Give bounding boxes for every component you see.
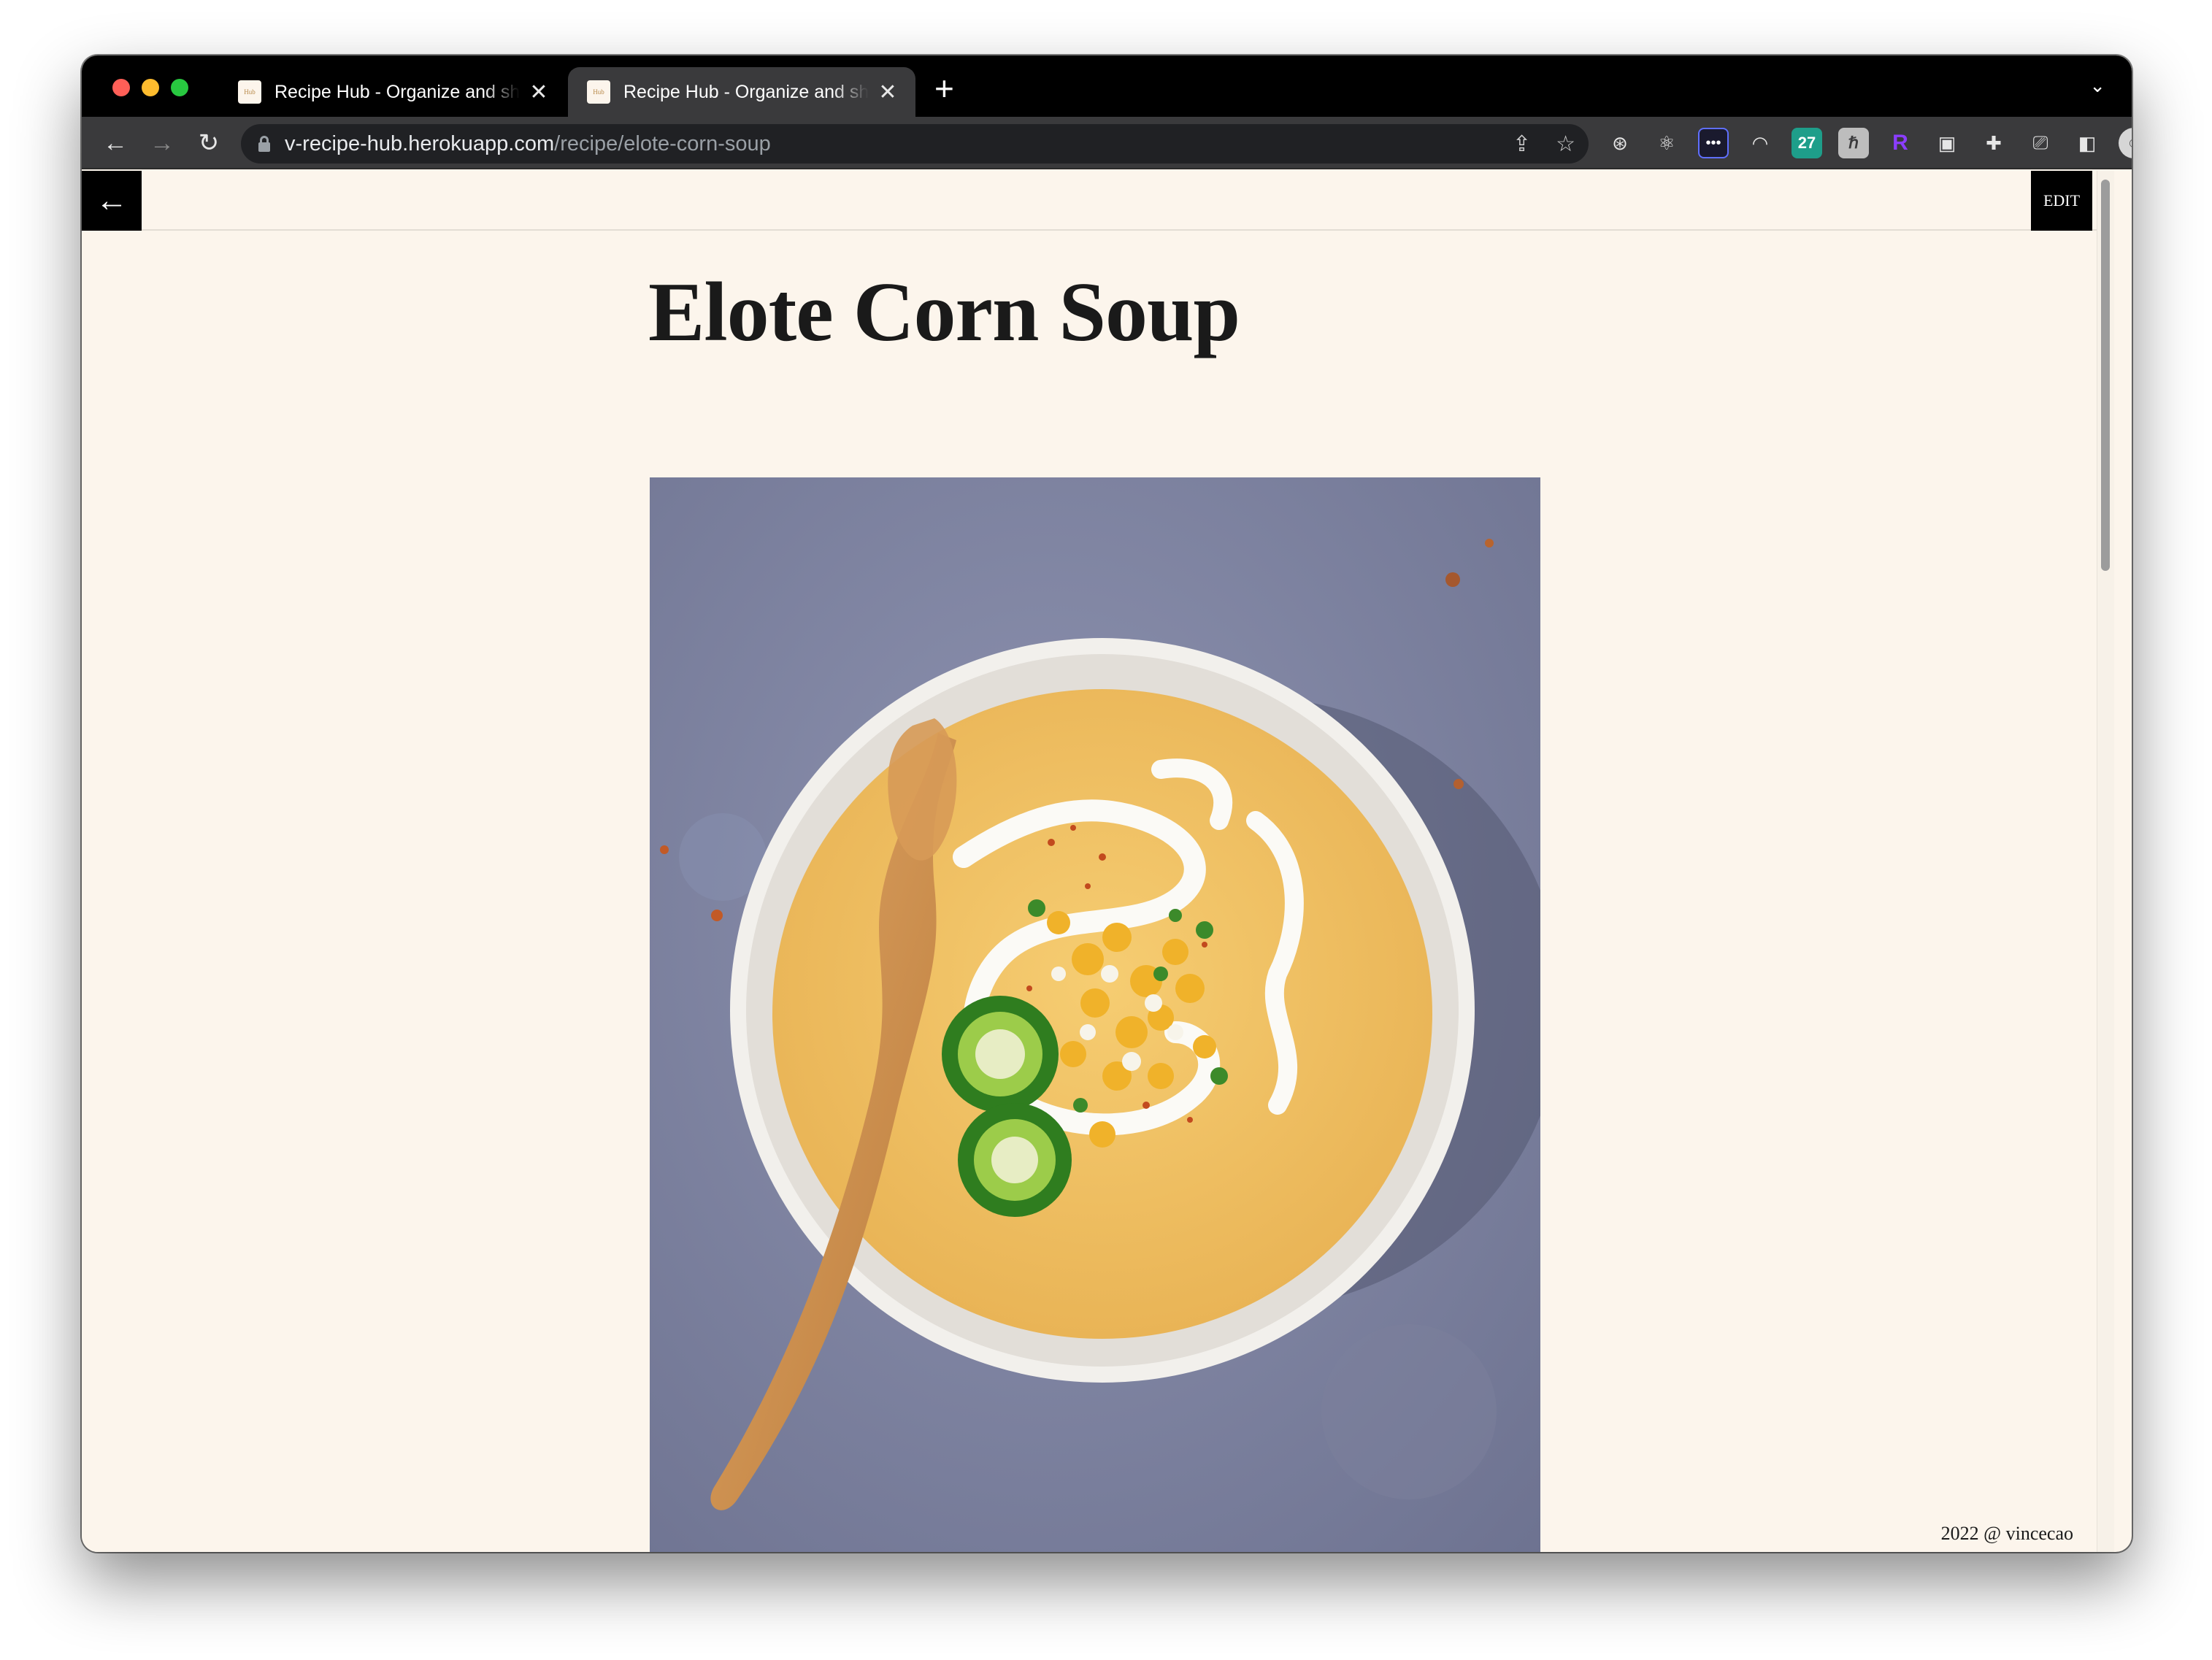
recipe-photo (650, 477, 1540, 1552)
edit-button[interactable]: EDIT (2031, 171, 2092, 231)
recipe-page: ← EDIT Elote Corn Soup 2022 @ vincecao (82, 171, 2114, 1552)
bookmark-star-icon[interactable]: ☆ (1556, 131, 1575, 157)
extension-toolbar: ⊛⚛•••◠27ℏR▣✚⎚◧☺⋮ (1605, 127, 2132, 159)
browser-toolbar: ← → ↻ v-recipe-hub.herokuapp.com/recipe/… (82, 117, 2132, 169)
dots-extension-icon[interactable]: ••• (1698, 128, 1729, 158)
back-arrow-icon[interactable]: ← (99, 127, 131, 159)
share-icon[interactable]: ⇪ (1513, 131, 1531, 157)
browser-window: Hub Recipe Hub - Organize and share ✕ Hu… (82, 55, 2132, 1552)
recipe-title: Elote Corn Soup (648, 266, 1240, 359)
vertical-scrollbar[interactable] (2097, 171, 2114, 1552)
page-footer: 2022 @ vincecao (1940, 1523, 2073, 1544)
profile-avatar[interactable]: ☺ (2119, 128, 2132, 158)
minimize-window-button[interactable] (142, 79, 159, 96)
cast-icon[interactable]: ⎚ (2025, 128, 2056, 158)
recipe-hub-favicon-icon: Hub (587, 80, 610, 104)
image-extension-icon[interactable]: ▣ (1932, 128, 1962, 158)
arc-extension-icon[interactable]: ◠ (1745, 128, 1775, 158)
recipe-hub-favicon-icon: Hub (238, 80, 261, 104)
page-header-bar: ← EDIT (82, 171, 2114, 231)
openai-extension-icon[interactable]: ⊛ (1605, 128, 1635, 158)
new-tab-button[interactable]: + (934, 70, 954, 107)
close-window-button[interactable] (112, 79, 130, 96)
tab-strip: Hub Recipe Hub - Organize and share ✕ Hu… (82, 55, 2132, 117)
url-text[interactable]: v-recipe-hub.herokuapp.com/recipe/elote-… (285, 132, 771, 156)
calendar-27-extension-icon[interactable]: 27 (1792, 128, 1822, 158)
zoom-window-button[interactable] (171, 79, 188, 96)
side-panel-icon[interactable]: ◧ (2072, 128, 2102, 158)
browser-tab[interactable]: Hub Recipe Hub - Organize and share ✕ (219, 67, 567, 117)
forward-arrow-icon[interactable]: → (146, 127, 178, 159)
h-extension-icon[interactable]: ℏ (1838, 128, 1869, 158)
close-tab-icon[interactable]: ✕ (876, 80, 899, 105)
r-extension-icon[interactable]: R (1885, 128, 1916, 158)
tab-title: Recipe Hub - Organize and share (274, 81, 520, 102)
back-button[interactable]: ← (82, 171, 142, 231)
lock-icon[interactable] (258, 136, 270, 152)
browser-tab-active[interactable]: Hub Recipe Hub - Organize and share ✕ (568, 67, 915, 117)
tab-title: Recipe Hub - Organize and share (623, 81, 869, 102)
tab-search-chevron-icon[interactable]: ⌄ (2089, 74, 2105, 97)
react-devtools-icon[interactable]: ⚛ (1651, 128, 1682, 158)
scrollbar-thumb[interactable] (2101, 180, 2110, 571)
reload-icon[interactable]: ↻ (193, 127, 225, 159)
address-bar[interactable]: v-recipe-hub.herokuapp.com/recipe/elote-… (241, 124, 1589, 164)
close-tab-icon[interactable]: ✕ (527, 80, 550, 105)
puzzle-extensions-icon[interactable]: ✚ (1978, 128, 2009, 158)
